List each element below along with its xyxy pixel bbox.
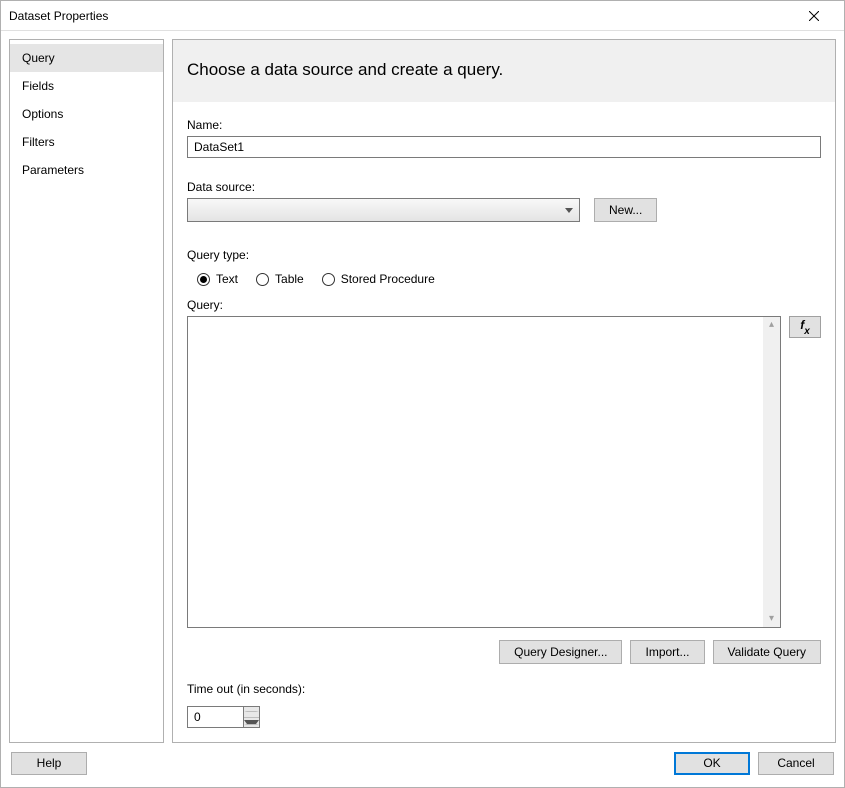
radio-icon <box>256 273 269 286</box>
window-title: Dataset Properties <box>9 9 792 23</box>
radio-text[interactable]: Text <box>197 272 238 286</box>
chevron-up-icon <box>244 711 259 712</box>
radio-label: Table <box>275 272 304 286</box>
close-button[interactable] <box>792 2 836 30</box>
expression-button[interactable]: fx <box>789 316 821 338</box>
sidebar-item-filters[interactable]: Filters <box>10 128 163 156</box>
scroll-up-icon: ▴ <box>769 320 774 330</box>
titlebar: Dataset Properties <box>1 1 844 31</box>
query-textarea-wrap: ▴ ▾ <box>187 316 781 628</box>
cancel-button[interactable]: Cancel <box>758 752 834 775</box>
radio-label: Text <box>216 272 238 286</box>
timeout-spinner <box>243 706 260 728</box>
chevron-down-icon <box>565 208 573 213</box>
sidebar-item-label: Options <box>22 107 63 121</box>
data-source-label: Data source: <box>187 180 821 194</box>
new-data-source-button[interactable]: New... <box>594 198 657 222</box>
timeout-label: Time out (in seconds): <box>187 682 821 696</box>
chevron-down-icon <box>244 720 259 725</box>
dialog-footer: Help OK Cancel <box>9 743 836 779</box>
scrollbar[interactable]: ▴ ▾ <box>763 317 780 627</box>
query-label: Query: <box>187 298 821 312</box>
query-type-group: Text Table Stored Procedure <box>197 272 821 286</box>
sidebar-item-label: Query <box>22 51 55 65</box>
name-input[interactable] <box>187 136 821 158</box>
close-icon <box>809 11 819 21</box>
sidebar-item-label: Parameters <box>22 163 84 177</box>
dataset-properties-dialog: Dataset Properties Query Fields Options … <box>0 0 845 788</box>
sidebar-item-parameters[interactable]: Parameters <box>10 156 163 184</box>
query-textarea[interactable] <box>188 317 763 627</box>
timeout-down-button[interactable] <box>244 718 259 728</box>
radio-icon <box>197 273 210 286</box>
sidebar-item-label: Filters <box>22 135 55 149</box>
timeout-input[interactable] <box>187 706 243 728</box>
name-label: Name: <box>187 118 821 132</box>
query-type-label: Query type: <box>187 248 821 262</box>
ok-button[interactable]: OK <box>674 752 750 775</box>
scroll-down-icon: ▾ <box>769 614 774 624</box>
timeout-up-button[interactable] <box>244 707 259 718</box>
radio-stored-procedure[interactable]: Stored Procedure <box>322 272 435 286</box>
data-source-select[interactable] <box>187 198 580 222</box>
sidebar-item-options[interactable]: Options <box>10 100 163 128</box>
radio-icon <box>322 273 335 286</box>
validate-query-button[interactable]: Validate Query <box>713 640 822 664</box>
fx-icon: fx <box>800 319 810 335</box>
content-panel: Choose a data source and create a query.… <box>172 39 836 743</box>
import-button[interactable]: Import... <box>630 640 704 664</box>
sidebar: Query Fields Options Filters Parameters <box>9 39 164 743</box>
query-designer-button[interactable]: Query Designer... <box>499 640 622 664</box>
radio-table[interactable]: Table <box>256 272 304 286</box>
sidebar-item-fields[interactable]: Fields <box>10 72 163 100</box>
sidebar-item-query[interactable]: Query <box>10 44 163 72</box>
radio-label: Stored Procedure <box>341 272 435 286</box>
sidebar-item-label: Fields <box>22 79 54 93</box>
help-button[interactable]: Help <box>11 752 87 775</box>
page-title: Choose a data source and create a query. <box>173 40 835 102</box>
